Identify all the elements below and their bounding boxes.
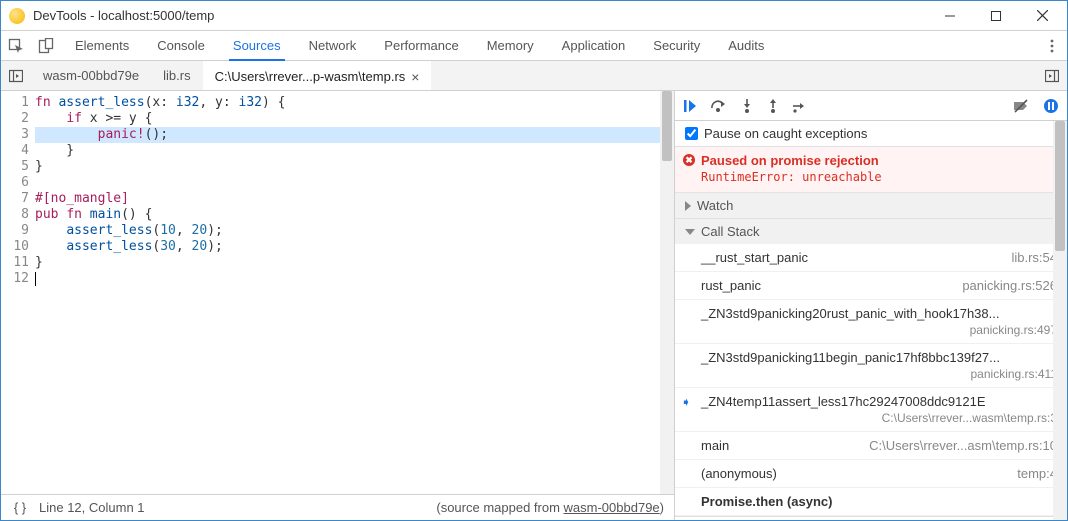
maximize-button[interactable]	[973, 1, 1019, 31]
sidebar-scrollbar[interactable]	[1053, 121, 1067, 520]
inspect-element-icon[interactable]	[1, 31, 31, 60]
callstack-frame[interactable]: (anonymous) temp:4	[675, 460, 1067, 488]
debugger-toolbar	[675, 91, 1067, 121]
panel-tabs: ElementsConsoleSourcesNetworkPerformance…	[1, 31, 1067, 61]
cursor-position: Line 12, Column 1	[39, 500, 145, 515]
frame-location: lib.rs:54	[1011, 250, 1057, 265]
close-button[interactable]	[1019, 1, 1065, 31]
code-line[interactable]	[35, 175, 674, 191]
frame-function: main	[701, 438, 729, 453]
pause-on-caught-row[interactable]: Pause on caught exceptions	[675, 121, 1067, 146]
navigator-toggle-icon[interactable]	[1, 61, 31, 90]
callstack-frame[interactable]: ➧ _ZN4temp11assert_less17hc29247008ddc912…	[675, 388, 1067, 432]
debugger-toggle-icon[interactable]	[1037, 61, 1067, 90]
code-line[interactable]	[35, 271, 674, 287]
line-gutter: 123456789101112	[1, 91, 35, 494]
frame-location: panicking.rs:411	[701, 367, 1057, 381]
code-editor[interactable]: 123456789101112 fn assert_less(x: i32, y…	[1, 91, 674, 494]
frame-function: _ZN3std9panicking11begin_panic17hf8bbc13…	[701, 350, 1000, 365]
code-line[interactable]: assert_less(30, 20);	[35, 239, 674, 255]
panel-tab-elements[interactable]: Elements	[61, 31, 143, 60]
frame-function: Promise.then (async)	[701, 494, 833, 509]
code-line[interactable]: }	[35, 143, 674, 159]
file-tabs-row: wasm-00bbd79e lib.rs C:\Users\rrever...p-w…	[1, 61, 1067, 91]
step-into-icon[interactable]	[741, 99, 753, 113]
file-tab-label: wasm-00bbd79e	[43, 68, 139, 83]
panel-tab-security[interactable]: Security	[639, 31, 714, 60]
expand-icon	[685, 201, 691, 211]
pretty-print-icon[interactable]: { }	[11, 500, 29, 515]
code-line[interactable]: #[no_mangle]	[35, 191, 674, 207]
code-line[interactable]: }	[35, 255, 674, 271]
file-tab-label: lib.rs	[163, 68, 190, 83]
error-icon: ✖	[683, 154, 695, 166]
step-icon[interactable]	[793, 99, 807, 113]
debugger-sidebar: Pause on caught exceptions ✖ Paused on p…	[675, 91, 1067, 520]
file-tab[interactable]: C:\Users\rrever...p-wasm\temp.rs ×	[203, 61, 432, 90]
source-map-link[interactable]: wasm-00bbd79e	[564, 500, 660, 515]
paused-title: Paused on promise rejection	[701, 153, 1057, 168]
callstack-frame[interactable]: _ZN3std9panicking20rust_panic_with_hook1…	[675, 300, 1067, 344]
frame-location: C:\Users\rrever...wasm\temp.rs:3	[701, 411, 1057, 425]
close-tab-icon[interactable]: ×	[411, 69, 419, 85]
editor-scrollbar[interactable]	[660, 91, 674, 494]
devtools-logo-icon	[9, 8, 25, 24]
window-title: DevTools - localhost:5000/temp	[33, 8, 927, 23]
code-line[interactable]: if x >= y {	[35, 111, 674, 127]
watch-pane-header[interactable]: Watch	[675, 193, 1067, 218]
source-map-label: (source mapped from wasm-00bbd79e)	[436, 500, 664, 515]
frame-location: C:\Users\rrever...asm\temp.rs:10	[869, 438, 1057, 453]
title-bar: DevTools - localhost:5000/temp	[1, 1, 1067, 31]
step-out-icon[interactable]	[767, 99, 779, 113]
code-line[interactable]: }	[35, 159, 674, 175]
more-menu-icon[interactable]	[1037, 31, 1067, 60]
file-tab-label: C:\Users\rrever...p-wasm\temp.rs	[215, 69, 406, 84]
panel-tab-console[interactable]: Console	[143, 31, 219, 60]
resume-icon[interactable]	[683, 99, 697, 113]
frame-function: __rust_start_panic	[701, 250, 808, 265]
code-line[interactable]: pub fn main() {	[35, 207, 674, 223]
frame-location: temp:4	[1017, 466, 1057, 481]
frame-function: rust_panic	[701, 278, 761, 293]
frame-location: panicking.rs:497	[701, 323, 1057, 337]
panel-tab-audits[interactable]: Audits	[714, 31, 778, 60]
current-frame-icon: ➧	[681, 395, 691, 409]
code-line[interactable]: assert_less(10, 20);	[35, 223, 674, 239]
panel-tab-sources[interactable]: Sources	[219, 31, 295, 60]
pause-on-exceptions-icon[interactable]	[1043, 98, 1059, 114]
pause-on-caught-checkbox[interactable]	[685, 127, 698, 140]
panel-tab-memory[interactable]: Memory	[473, 31, 548, 60]
panel-tab-network[interactable]: Network	[295, 31, 371, 60]
pause-on-caught-label: Pause on caught exceptions	[704, 126, 867, 141]
callstack-frame[interactable]: rust_panic panicking.rs:526	[675, 272, 1067, 300]
editor-pane: 123456789101112 fn assert_less(x: i32, y…	[1, 91, 675, 520]
panel-tab-performance[interactable]: Performance	[370, 31, 472, 60]
frame-function: (anonymous)	[701, 466, 777, 481]
callstack-pane-header[interactable]: Call Stack	[675, 219, 1067, 244]
step-over-icon[interactable]	[711, 99, 727, 113]
deactivate-breakpoints-icon[interactable]	[1013, 99, 1029, 113]
code-body[interactable]: fn assert_less(x: i32, y: i32) { if x >=…	[35, 91, 674, 494]
callstack-frame[interactable]: _ZN3std9panicking11begin_panic17hf8bbc13…	[675, 344, 1067, 388]
frame-location: panicking.rs:526	[962, 278, 1057, 293]
paused-reason-box: ✖ Paused on promise rejection RuntimeErr…	[675, 147, 1067, 193]
frame-function: _ZN3std9panicking20rust_panic_with_hook1…	[701, 306, 999, 321]
callstack-frame[interactable]: main C:\Users\rrever...asm\temp.rs:10	[675, 432, 1067, 460]
file-tab[interactable]: wasm-00bbd79e	[31, 61, 151, 90]
callstack-frame[interactable]: Promise.then (async)	[675, 488, 1067, 516]
editor-statusbar: { } Line 12, Column 1 (source mapped fro…	[1, 494, 674, 520]
minimize-button[interactable]	[927, 1, 973, 31]
device-toggle-icon[interactable]	[31, 31, 61, 60]
callstack-frame[interactable]: __rust_start_panic lib.rs:54	[675, 244, 1067, 272]
paused-detail: RuntimeError: unreachable	[701, 170, 1057, 184]
panel-tab-application[interactable]: Application	[548, 31, 640, 60]
code-line[interactable]: panic!();	[35, 127, 674, 143]
code-line[interactable]: fn assert_less(x: i32, y: i32) {	[35, 95, 674, 111]
collapse-icon	[685, 229, 695, 235]
frame-function: _ZN4temp11assert_less17hc29247008ddc9121…	[701, 394, 986, 409]
file-tab[interactable]: lib.rs	[151, 61, 202, 90]
